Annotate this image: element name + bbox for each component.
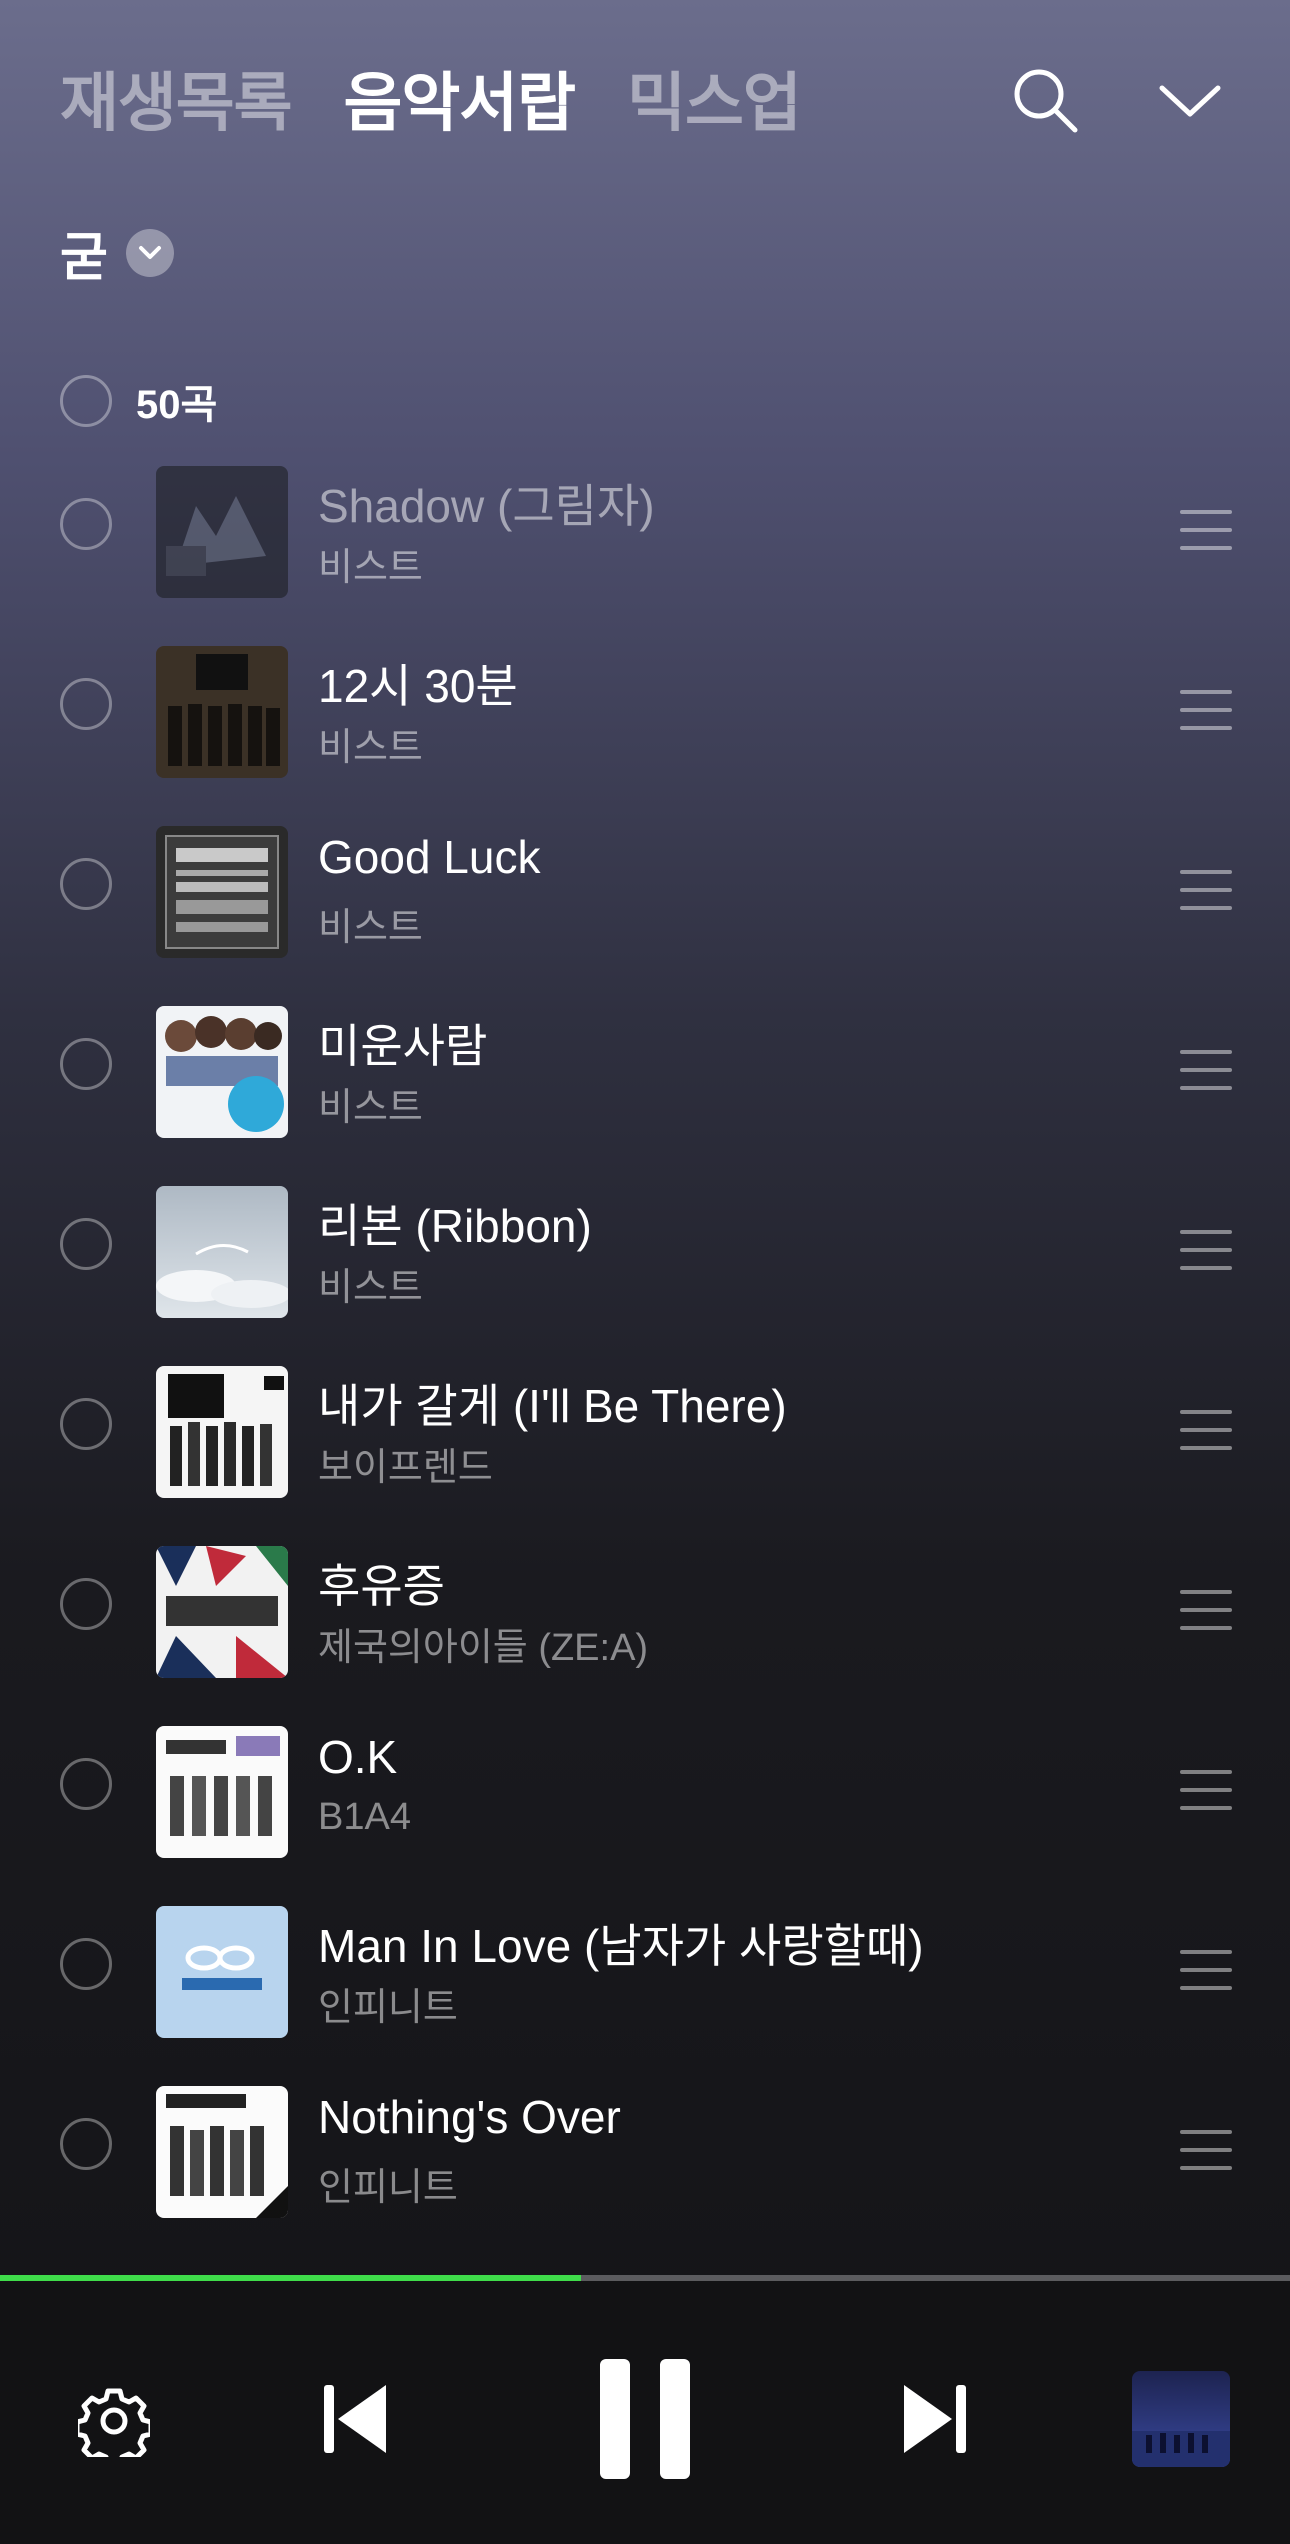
filter-dropdown-icon <box>125 228 174 277</box>
song-row[interactable]: 미운사람 비스트 <box>0 980 1290 1160</box>
now-playing-album-art[interactable] <box>1132 2371 1230 2467</box>
song-title: Good Luck <box>318 831 541 883</box>
tab-playlist[interactable]: 재생목록 <box>60 58 293 148</box>
drag-handle-icon[interactable] <box>1180 510 1232 550</box>
song-title: 미운사람 <box>318 1020 488 1072</box>
album-art <box>156 1906 288 2038</box>
top-tabs: 재생목록 음악서랍 믹스업 <box>60 58 802 148</box>
player-controls <box>0 2281 1290 2544</box>
song-checkbox[interactable] <box>60 1758 112 1810</box>
song-checkbox[interactable] <box>60 498 112 550</box>
gear-icon[interactable] <box>78 2385 150 2457</box>
song-row[interactable]: 후유증 제국의아이들 (ZE:A) <box>0 1520 1290 1700</box>
song-artist: 비스트 <box>318 1087 423 1129</box>
skip-previous-icon[interactable] <box>320 2381 390 2457</box>
song-artist: B1A4 <box>318 1796 411 1838</box>
song-row[interactable]: Man In Love (남자가 사랑할때) 인피니트 <box>0 1880 1290 2060</box>
song-row[interactable]: Nothing's Over 인피니트 <box>0 2060 1290 2240</box>
search-icon[interactable] <box>1005 60 1085 140</box>
song-title: 리본 (Ribbon) <box>318 1200 592 1252</box>
album-art <box>156 1546 288 1678</box>
song-row[interactable]: 리본 (Ribbon) 비스트 <box>0 1160 1290 1340</box>
song-checkbox[interactable] <box>60 1398 112 1450</box>
drag-handle-icon[interactable] <box>1180 1050 1232 1090</box>
chevron-down-icon[interactable] <box>1150 60 1230 140</box>
song-title: O.K <box>318 1731 398 1783</box>
song-checkbox[interactable] <box>60 2118 112 2170</box>
song-row[interactable]: O.K B1A4 <box>0 1700 1290 1880</box>
song-title: Nothing's Over <box>318 2091 621 2143</box>
song-title: 12시 30분 <box>318 660 518 712</box>
drag-handle-icon[interactable] <box>1180 870 1232 910</box>
album-art <box>156 466 288 598</box>
drag-handle-icon[interactable] <box>1180 1770 1232 1810</box>
song-artist: 인피니트 <box>318 1987 458 2029</box>
song-checkbox[interactable] <box>60 678 112 730</box>
pause-icon[interactable] <box>598 2357 692 2481</box>
drag-handle-icon[interactable] <box>1180 690 1232 730</box>
song-artist: 비스트 <box>318 727 423 769</box>
song-artist: 비스트 <box>318 547 423 589</box>
song-row[interactable]: Shadow (그림자) 비스트 <box>0 440 1290 620</box>
song-list: Shadow (그림자) 비스트 12시 30분 비스트 Good Luck 비… <box>0 440 1290 2260</box>
select-all-checkbox[interactable] <box>60 375 112 427</box>
album-art <box>156 1006 288 1138</box>
song-checkbox[interactable] <box>60 1218 112 1270</box>
song-title: 내가 갈게 (I'll Be There) <box>318 1380 787 1432</box>
tab-music-drawer[interactable]: 음악서랍 <box>344 58 577 148</box>
song-row[interactable]: 내가 갈게 (I'll Be There) 보이프렌드 <box>0 1340 1290 1520</box>
song-artist: 보이프렌드 <box>318 1447 493 1489</box>
album-art <box>156 1366 288 1498</box>
select-all[interactable]: 50곡 <box>60 372 217 430</box>
song-checkbox[interactable] <box>60 1578 112 1630</box>
song-title: Shadow (그림자) <box>318 480 655 532</box>
song-row[interactable]: Good Luck 비스트 <box>0 800 1290 980</box>
album-art <box>156 1726 288 1858</box>
folder-filter[interactable]: 굳 <box>60 215 174 290</box>
tab-mixup[interactable]: 믹스업 <box>627 58 802 148</box>
album-art <box>156 646 288 778</box>
song-checkbox[interactable] <box>60 858 112 910</box>
song-count: 50곡 <box>136 383 218 427</box>
filter-label: 굳 <box>60 229 108 287</box>
song-title: 후유증 <box>318 1560 445 1612</box>
song-checkbox[interactable] <box>60 1038 112 1090</box>
drag-handle-icon[interactable] <box>1180 1590 1232 1630</box>
song-artist: 인피니트 <box>318 2167 458 2209</box>
album-art <box>156 2086 288 2218</box>
drag-handle-icon[interactable] <box>1180 1230 1232 1270</box>
song-title: Man In Love (남자가 사랑할때) <box>318 1920 924 1972</box>
drag-handle-icon[interactable] <box>1180 2130 1232 2170</box>
skip-next-icon[interactable] <box>900 2381 970 2457</box>
song-artist: 비스트 <box>318 1267 423 1309</box>
drag-handle-icon[interactable] <box>1180 1950 1232 1990</box>
album-art <box>156 826 288 958</box>
song-row[interactable]: 12시 30분 비스트 <box>0 620 1290 800</box>
album-art <box>156 1186 288 1318</box>
song-artist: 제국의아이들 (ZE:A) <box>318 1627 649 1669</box>
song-checkbox[interactable] <box>60 1938 112 1990</box>
drag-handle-icon[interactable] <box>1180 1410 1232 1450</box>
song-artist: 비스트 <box>318 907 423 949</box>
